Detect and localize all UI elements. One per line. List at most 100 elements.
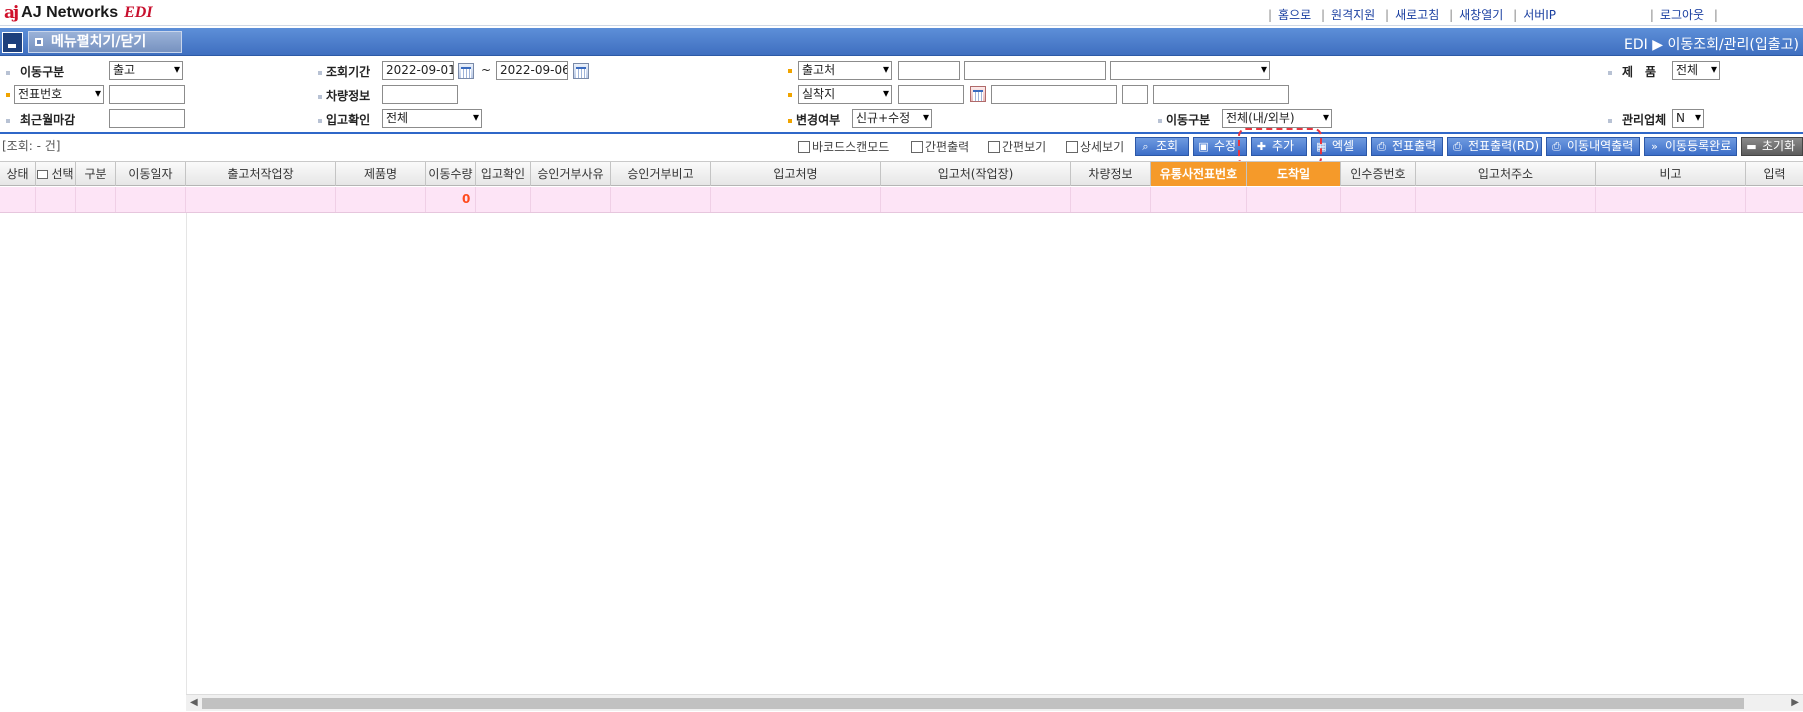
select-all-checkbox[interactable] (37, 170, 49, 179)
link-home[interactable]: 홈으로 (1278, 8, 1311, 22)
scroll-right-icon[interactable]: ▶ (1791, 697, 1799, 708)
col-receipt-no[interactable]: 인수증번호 (1341, 162, 1416, 186)
date-to-input[interactable]: 2022-09-06 (496, 61, 568, 80)
plus-icon: ✚ (1256, 140, 1267, 153)
printer-icon: ⎙ (1453, 140, 1462, 153)
logo-text: AJ Networks (21, 4, 119, 21)
menu-icon[interactable] (2, 32, 23, 53)
link-new-window[interactable]: 새창열기 (1459, 8, 1503, 22)
result-count: [조회: - 건] (2, 139, 61, 153)
logo-edi: EDI (124, 4, 153, 21)
col-reject-note[interactable]: 승인거부비고 (611, 162, 711, 186)
top-links: | 홈으로 | 원격지원 | 새로고침 | 새창열기 | 서버IP | 로그아웃 | (1268, 8, 1718, 22)
link-server-ip[interactable]: 서버IP (1523, 8, 1556, 22)
detail-view-checkbox[interactable]: 상세보기 (1066, 138, 1124, 155)
col-status[interactable]: 상태 (0, 162, 36, 186)
product-select[interactable]: 전체 (1672, 61, 1720, 80)
search-button[interactable]: ⌕ 조회 (1135, 137, 1189, 156)
shipper-label (788, 63, 796, 77)
closing-input[interactable] (109, 109, 185, 128)
shipper-select[interactable]: 출고처 (798, 61, 892, 80)
link-remote-support[interactable]: 원격지원 (1331, 8, 1375, 22)
search-icon: ⌕ (1142, 140, 1149, 153)
move-type-select[interactable]: 출고 (109, 61, 183, 80)
excel-button[interactable]: ▦ 엑셀 (1311, 137, 1367, 156)
col-shipper-site[interactable]: 출고처작업장 (186, 162, 336, 186)
col-product[interactable]: 제품명 (336, 162, 426, 186)
in-confirm-select[interactable]: 전체 (382, 109, 482, 128)
col-note[interactable]: 비고 (1596, 162, 1746, 186)
complete-registration-button[interactable]: » 이동등록완료 (1644, 137, 1737, 156)
slip-no-input[interactable] (109, 85, 185, 104)
col-receiver-address[interactable]: 입고처주소 (1416, 162, 1596, 186)
col-reject-reason[interactable]: 승인거부사유 (531, 162, 611, 186)
receiver-name-input[interactable] (991, 85, 1117, 104)
calendar-icon[interactable] (573, 63, 589, 79)
menu-toggle-label: 메뉴펼치기/닫기 (51, 34, 147, 50)
slip-no-bullet (6, 87, 12, 101)
vehicle-label: 차량정보 (318, 87, 370, 104)
shipper-site-select[interactable] (1110, 61, 1270, 80)
filter-row-1: 이동구분 출고 조회기간 2022-09-01 ~ 2022-09-06 출고처… (0, 60, 1803, 84)
mgmt-label: 관리업체 (1608, 111, 1666, 128)
receiver-select[interactable]: 실착지 (798, 85, 892, 104)
action-toolbar: [조회: - 건] 바코드스캔모드 간편출력 간편보기 상세보기 ⌕ 조회 ▣ 수정… (0, 132, 1803, 156)
col-arrival-date[interactable]: 도착일 (1247, 162, 1341, 186)
receiver-address-input[interactable] (1153, 85, 1289, 104)
printer-icon: ⎙ (1552, 140, 1561, 153)
date-range-separator: ~ (481, 63, 492, 77)
link-refresh[interactable]: 새로고침 (1395, 8, 1439, 22)
simple-print-checkbox[interactable]: 간편출력 (911, 138, 969, 155)
col-vehicle[interactable]: 차량정보 (1071, 162, 1151, 186)
col-in-confirm[interactable]: 입고확인 (476, 162, 531, 186)
edit-button[interactable]: ▣ 수정 (1193, 137, 1247, 156)
filter-row-3: 최근월마감 입고확인 전체 변경여부 신규+수정 이동구분 전체(내/외부) 관… (0, 108, 1803, 132)
calendar-icon[interactable] (458, 63, 474, 79)
simple-view-checkbox[interactable]: 간편보기 (988, 138, 1046, 155)
double-chevron-icon: » (1651, 140, 1658, 153)
receiver-code-input[interactable] (898, 85, 964, 104)
reset-button[interactable]: ▬ 초기화 (1741, 137, 1803, 156)
barcode-scan-checkbox[interactable]: 바코드스캔모드 (798, 138, 889, 155)
add-button[interactable]: ✚ 추가 (1251, 137, 1307, 156)
receiver-search-icon[interactable] (970, 86, 986, 102)
frozen-column-divider (186, 213, 187, 694)
col-select[interactable]: 선택 (36, 162, 76, 186)
col-input[interactable]: 입력 (1746, 162, 1803, 186)
grid-header: 상태 선택 구분 이동일자 출고처작업장 제품명 이동수량 입고확인 승인거부사… (0, 161, 1803, 186)
shipper-name-input[interactable] (964, 61, 1106, 80)
col-receiver-name[interactable]: 입고처명 (711, 162, 881, 186)
menu-toggle-button[interactable]: 메뉴펼치기/닫기 (28, 31, 182, 53)
date-from-input[interactable]: 2022-09-01 (382, 61, 454, 80)
vehicle-input[interactable] (382, 85, 458, 104)
toggle-bullet-icon (35, 38, 43, 46)
top-bar: aj AJ Networks EDI | 홈으로 | 원격지원 | 새로고침 | 새창열… (0, 0, 1803, 26)
filter-row-2: 전표번호 차량정보 실착지 (0, 84, 1803, 108)
col-distributor-slip[interactable]: 유통사전표번호 (1151, 162, 1247, 186)
summary-row: 0 (0, 187, 1803, 213)
print-history-button[interactable]: ⎙ 이동내역출력 (1546, 137, 1640, 156)
period-label: 조회기간 (318, 63, 370, 80)
col-quantity[interactable]: 이동수량 (426, 162, 476, 186)
shipper-code-input[interactable] (898, 61, 960, 80)
move-type2-select[interactable]: 전체(내/외부) (1222, 109, 1332, 128)
horizontal-scrollbar[interactable]: ◀ ▶ (186, 694, 1803, 711)
header-bar: 메뉴펼치기/닫기 EDI ▶ 이동조회/관리(입출고) (0, 28, 1803, 56)
scroll-left-icon[interactable]: ◀ (190, 697, 198, 708)
col-receiver-site[interactable]: 입고처(작업장) (881, 162, 1071, 186)
change-select[interactable]: 신규+수정 (852, 109, 932, 128)
slip-no-select[interactable]: 전표번호 (14, 85, 104, 104)
col-type[interactable]: 구분 (76, 162, 116, 186)
app-logo[interactable]: aj AJ Networks EDI (4, 2, 153, 24)
print-slip-rd-button[interactable]: ⎙ 전표출력(RD) (1447, 137, 1542, 156)
link-logout[interactable]: 로그아웃 (1660, 8, 1704, 22)
receiver-sub-input[interactable] (1122, 85, 1148, 104)
printer-icon: ⎙ (1377, 140, 1386, 153)
col-move-date[interactable]: 이동일자 (116, 162, 186, 186)
product-label: 제 품 (1608, 63, 1656, 80)
minus-icon: ▬ (1746, 140, 1757, 153)
mgmt-select[interactable]: N (1672, 109, 1704, 128)
print-slip-button[interactable]: ⎙ 전표출력 (1371, 137, 1443, 156)
scrollbar-thumb[interactable] (202, 698, 1744, 709)
total-quantity: 0 (462, 192, 471, 206)
